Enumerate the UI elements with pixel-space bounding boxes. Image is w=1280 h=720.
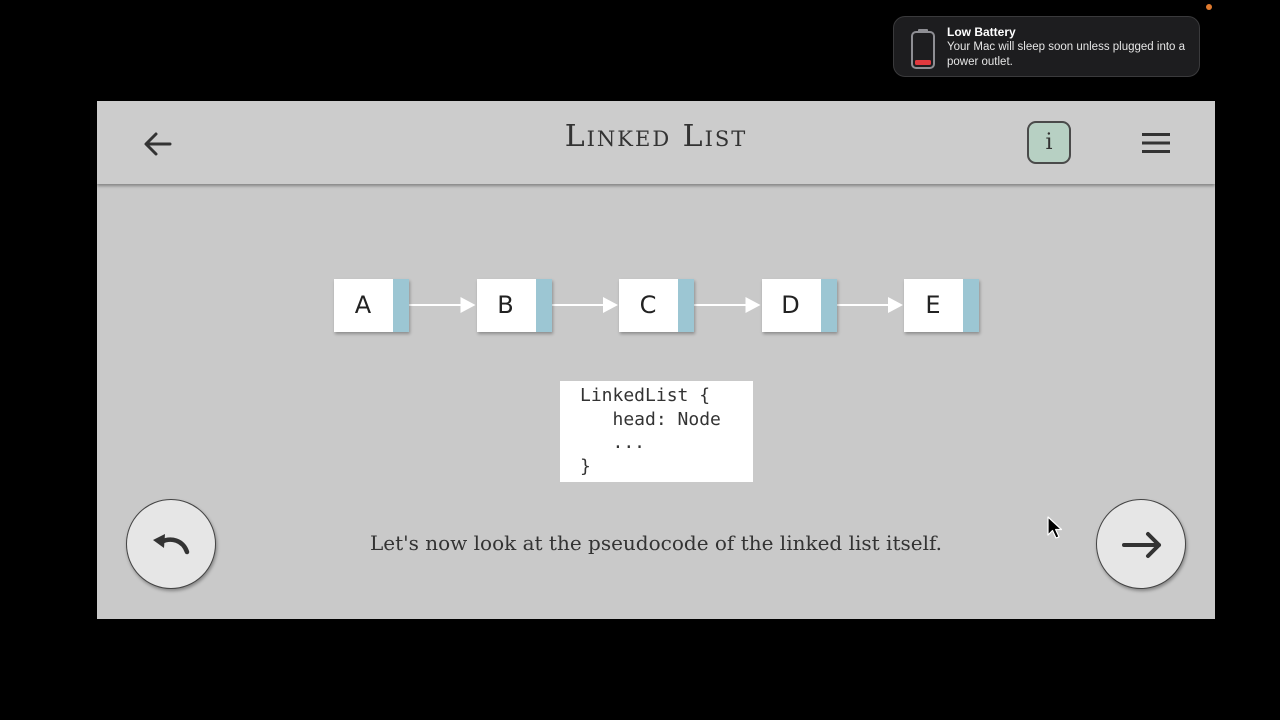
- mouse-cursor-icon: [1047, 516, 1063, 539]
- node-value: D: [781, 291, 800, 319]
- list-node: D: [761, 279, 837, 332]
- list-node: C: [619, 279, 694, 332]
- pointer-arrow: [825, 297, 903, 313]
- node-pointer-field: [678, 279, 694, 332]
- battery-low-icon: [911, 29, 935, 69]
- pointer-arrow: [540, 297, 618, 313]
- list-node: A: [334, 279, 409, 332]
- notification-title: Low Battery: [947, 25, 1016, 39]
- code-line: head: Node: [580, 408, 721, 430]
- code-line: ...: [580, 432, 646, 453]
- pseudocode-box: LinkedList { head: Node ...}: [560, 381, 753, 482]
- node-pointer-field: [393, 279, 409, 332]
- node-pointer-field: [820, 279, 837, 332]
- notification-body: Your Mac will sleep soon unless plugged …: [947, 41, 1186, 68]
- code-line: }: [580, 455, 591, 477]
- node-value: A: [354, 291, 372, 319]
- node-value: C: [639, 291, 657, 319]
- pointer-arrow: [683, 297, 761, 313]
- node-value: E: [925, 291, 941, 319]
- node-pointer-field: [535, 279, 552, 332]
- app-window: Linked List i ABCDE LinkedList { head: N…: [97, 101, 1215, 619]
- pointer-arrow: [398, 297, 476, 313]
- node-value: B: [497, 291, 514, 319]
- list-node: B: [476, 279, 552, 332]
- code-line: LinkedList {: [580, 385, 711, 406]
- recording-indicator-dot: [1206, 4, 1212, 10]
- low-battery-notification[interactable]: Low Battery Your Mac will sleep soon unl…: [893, 16, 1200, 77]
- list-node: E: [904, 279, 979, 332]
- node-pointer-field: [963, 279, 979, 332]
